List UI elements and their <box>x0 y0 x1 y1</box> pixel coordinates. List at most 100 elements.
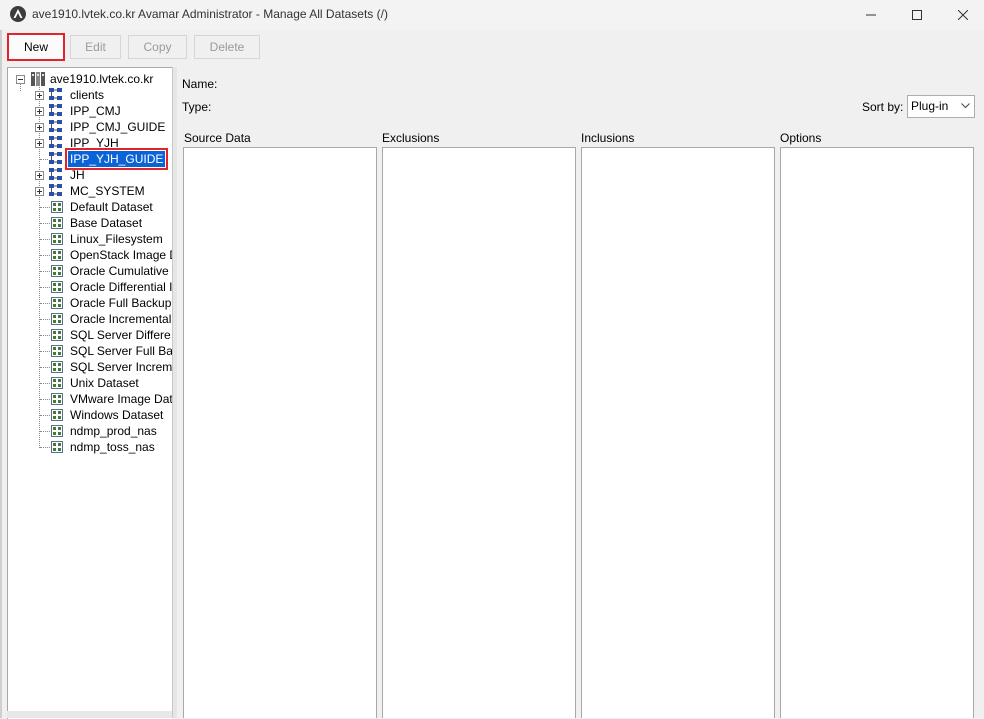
domain-icon <box>49 152 62 164</box>
dataset-icon <box>51 281 63 293</box>
tree-dataset-item[interactable]: Default Dataset <box>8 199 173 215</box>
tree-domain-item[interactable]: IPP_YJH <box>8 135 173 151</box>
expand-icon[interactable] <box>35 91 44 100</box>
close-icon <box>958 10 968 20</box>
title-bar: ave1910.lvtek.co.kr Avamar Administrator… <box>0 0 984 30</box>
copy-button[interactable]: Copy <box>128 35 187 59</box>
dataset-icon <box>51 249 63 261</box>
tree-dataset-label: Windows Dataset <box>70 408 164 422</box>
dataset-icon <box>51 329 63 341</box>
tree-dataset-item[interactable]: SQL Server Increm <box>8 359 173 375</box>
tree-domain-item[interactable]: IPP_CMJ <box>8 103 173 119</box>
tree-dataset-item[interactable]: VMware Image Dat <box>8 391 173 407</box>
tree-dataset-label: Unix Dataset <box>70 376 139 390</box>
tree-dataset-label: ndmp_toss_nas <box>70 440 155 454</box>
new-button[interactable]: New <box>7 33 65 61</box>
dataset-tree[interactable]: ave1910.lvtek.co.kr clients IPP_CMJ IPP_CM… <box>7 67 173 719</box>
domain-icon <box>49 104 62 116</box>
tree-domain-label: IPP_CMJ <box>70 104 121 118</box>
server-icon <box>31 72 45 86</box>
tree-dataset-label: SQL Server Full Ba <box>70 344 173 358</box>
minimize-button[interactable] <box>848 0 894 30</box>
pane-splitter[interactable] <box>172 67 177 718</box>
expand-icon[interactable] <box>35 187 44 196</box>
minimize-icon <box>866 14 876 16</box>
dataset-icon <box>51 345 63 357</box>
tree-dataset-label: Oracle Differential I <box>70 280 173 294</box>
tree-dataset-label: ndmp_prod_nas <box>70 424 157 438</box>
options-panel[interactable] <box>780 147 974 718</box>
avamar-logo-icon <box>10 6 26 22</box>
tree-dataset-label: Oracle Full Backup <box>70 296 172 310</box>
type-label: Type: <box>182 100 212 114</box>
dataset-icon <box>51 409 63 421</box>
tree-domain-item[interactable]: MC_SYSTEM <box>8 183 173 199</box>
tree-domain-label: IPP_CMJ_GUIDE <box>70 120 166 134</box>
tree-dataset-item[interactable]: Oracle Full Backup <box>8 295 173 311</box>
dataset-icon <box>51 441 63 453</box>
sort-by-select[interactable]: Plug-in <box>907 95 975 118</box>
delete-button[interactable]: Delete <box>194 35 260 59</box>
dataset-icon <box>51 233 63 245</box>
options-header: Options <box>780 131 822 145</box>
exclusions-panel[interactable] <box>382 147 576 718</box>
toolbar: New Edit Copy Delete <box>0 30 984 64</box>
maximize-button[interactable] <box>894 0 940 30</box>
dataset-icon <box>51 297 63 309</box>
tree-dataset-item[interactable]: OpenStack Image D <box>8 247 173 263</box>
inclusions-panel[interactable] <box>581 147 775 718</box>
dataset-icon <box>51 361 63 373</box>
tree-domain-label: MC_SYSTEM <box>70 184 145 198</box>
tree-dataset-item[interactable]: ndmp_prod_nas <box>8 423 173 439</box>
tree-dataset-label: SQL Server Differe <box>70 328 171 342</box>
tree-dataset-label: SQL Server Increm <box>70 360 173 374</box>
tree-dataset-item[interactable]: SQL Server Differe <box>8 327 173 343</box>
tree-root[interactable]: ave1910.lvtek.co.kr <box>8 71 173 87</box>
exclusions-header: Exclusions <box>382 131 440 145</box>
tree-dataset-item[interactable]: Unix Dataset <box>8 375 173 391</box>
maximize-icon <box>912 10 922 20</box>
tree-dataset-label: Oracle Cumulative I <box>70 264 173 278</box>
expand-icon[interactable] <box>35 107 44 116</box>
tree-domain-label: IPP_YJH <box>70 136 119 150</box>
tree-dataset-item[interactable]: Linux_Filesystem <box>8 231 173 247</box>
domain-icon <box>49 168 62 180</box>
tree-dataset-label: OpenStack Image D <box>70 248 173 262</box>
tree-dataset-item[interactable]: Windows Dataset <box>8 407 173 423</box>
expand-icon[interactable] <box>35 139 44 148</box>
dataset-icon <box>51 217 63 229</box>
domain-icon <box>49 136 62 148</box>
domain-icon <box>49 120 62 132</box>
tree-dataset-item[interactable]: Oracle Cumulative I <box>8 263 173 279</box>
chevron-down-icon <box>961 103 970 109</box>
tree-domain-item[interactable]: IPP_YJH_GUIDE <box>8 148 173 170</box>
expand-icon[interactable] <box>35 123 44 132</box>
domain-icon <box>49 184 62 196</box>
tree-dataset-item[interactable]: ndmp_toss_nas <box>8 439 173 455</box>
tree-dataset-label: Base Dataset <box>70 216 143 230</box>
expand-icon[interactable] <box>35 171 44 180</box>
source-data-panel[interactable] <box>183 147 377 718</box>
tree-dataset-label: Linux_Filesystem <box>70 232 163 246</box>
dataset-icon <box>51 393 63 405</box>
domain-icon <box>49 88 62 100</box>
edit-button[interactable]: Edit <box>70 35 121 59</box>
tree-dataset-item[interactable]: Base Dataset <box>8 215 173 231</box>
tree-horizontal-scrollbar[interactable] <box>7 711 173 718</box>
tree-dataset-label: Default Dataset <box>70 200 153 214</box>
tree-domain-item[interactable]: IPP_CMJ_GUIDE <box>8 119 173 135</box>
tree-domain-label: IPP_YJH_GUIDE <box>64 148 169 170</box>
tree-root-label: ave1910.lvtek.co.kr <box>50 72 154 86</box>
tree-dataset-item[interactable]: SQL Server Full Ba <box>8 343 173 359</box>
sort-by-label: Sort by: <box>862 100 904 114</box>
tree-dataset-item[interactable]: Oracle Incremental <box>8 311 173 327</box>
tree-domain-item[interactable]: JH <box>8 167 173 183</box>
tree-domain-label: clients <box>70 88 105 102</box>
tree-domain-item[interactable]: clients <box>8 87 173 103</box>
collapse-icon[interactable] <box>16 75 25 84</box>
dataset-icon <box>51 201 63 213</box>
window-edge <box>0 30 2 718</box>
close-button[interactable] <box>940 0 984 30</box>
tree-dataset-item[interactable]: Oracle Differential I <box>8 279 173 295</box>
source-data-header: Source Data <box>184 131 251 145</box>
